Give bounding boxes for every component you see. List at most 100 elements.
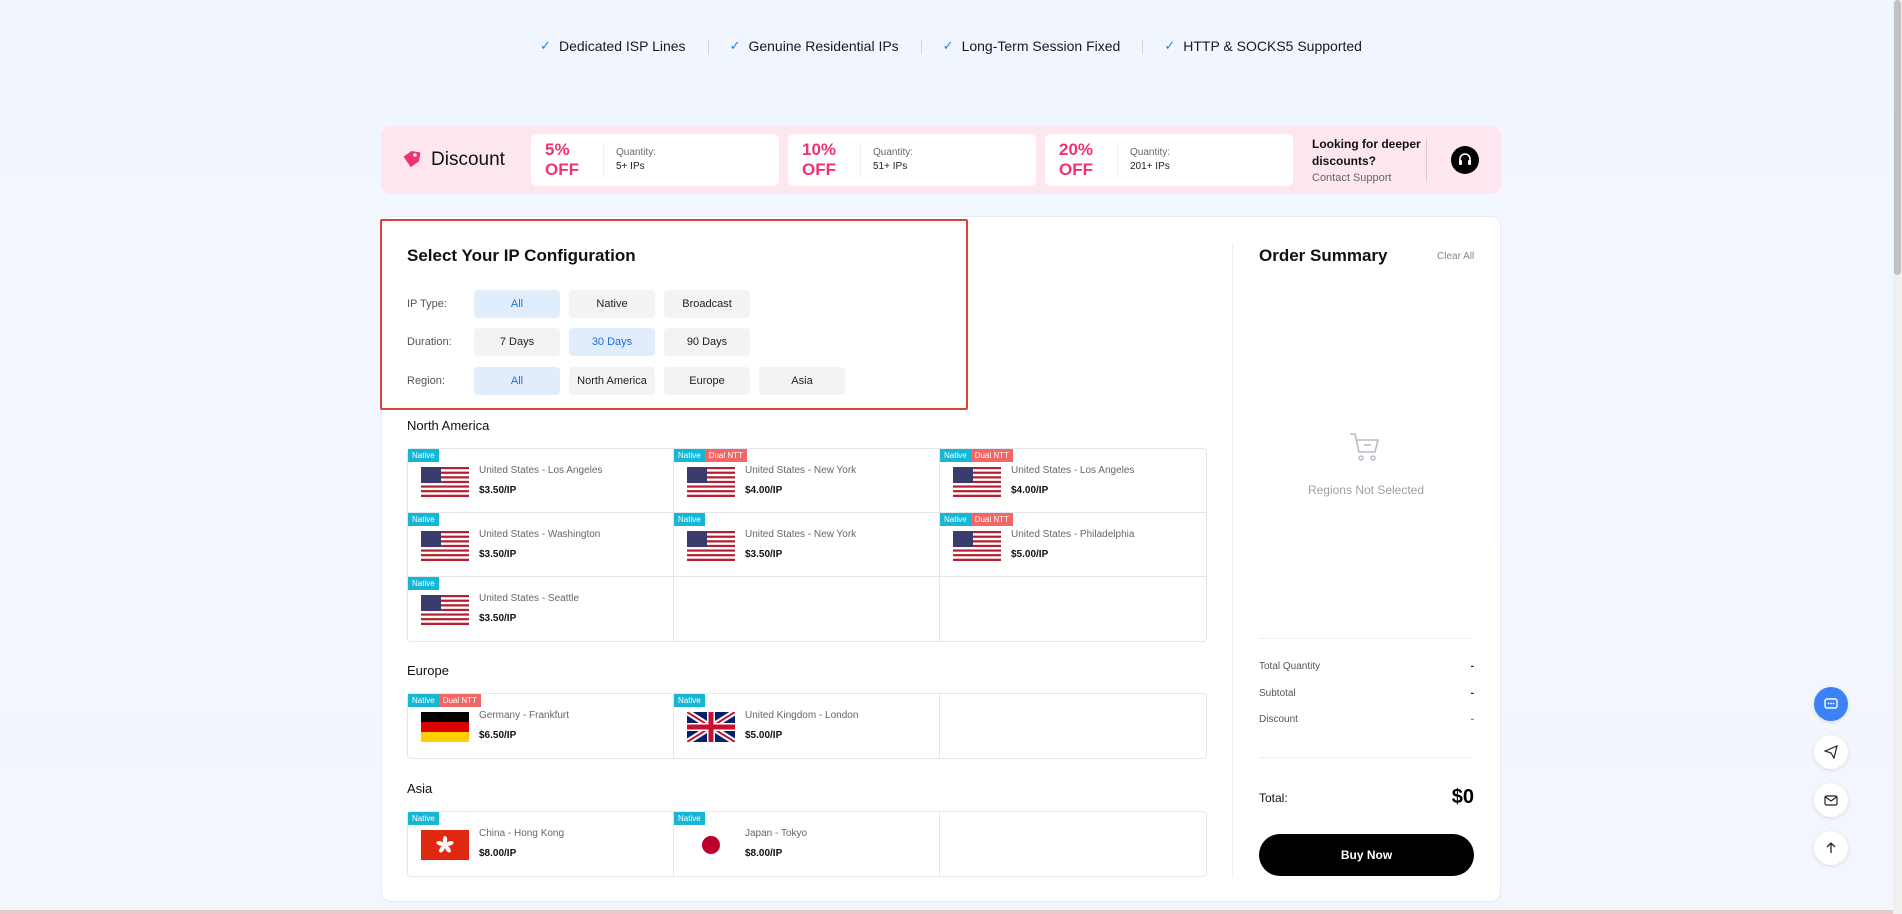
jp-flag-icon bbox=[687, 830, 735, 860]
region-option-asia[interactable]: Asia bbox=[759, 367, 845, 395]
location-name: United States - New York bbox=[745, 465, 857, 476]
ip-type-option-all[interactable]: All bbox=[474, 290, 560, 318]
chat-button[interactable] bbox=[1814, 687, 1848, 721]
ip-location-card[interactable]: Native Dual NTT United States - Los Angele… bbox=[940, 449, 1206, 513]
discount-banner: Discount 5% OFF Quantity: 5+ IPs 10% OFF … bbox=[381, 126, 1501, 194]
check-icon: ✓ bbox=[942, 38, 954, 53]
region-grid-asia: Native China - Hong Kong $8.00/IP Native Jap… bbox=[407, 811, 1207, 877]
arrow-up-icon bbox=[1826, 842, 1836, 853]
total-row: Total: $0 bbox=[1259, 786, 1474, 808]
clear-all-button[interactable]: Clear All bbox=[1437, 251, 1474, 262]
duration-row: Duration: 7 Days 30 Days 90 Days bbox=[407, 328, 759, 356]
native-badge: Native bbox=[408, 577, 439, 590]
divider bbox=[1259, 757, 1474, 758]
ip-location-card[interactable]: Native Dual NTT United States - New York $4… bbox=[674, 449, 940, 513]
send-icon bbox=[1824, 745, 1838, 759]
discount-title: Discount bbox=[399, 148, 531, 172]
native-badge: Native bbox=[674, 449, 705, 462]
region-option-europe[interactable]: Europe bbox=[664, 367, 750, 395]
ip-location-card[interactable]: Native United Kingdom - London $5.00/IP bbox=[674, 694, 940, 758]
discount-tier: 5% OFF Quantity: 5+ IPs bbox=[531, 134, 779, 186]
scrollbar-thumb[interactable] bbox=[1894, 0, 1901, 275]
duration-option-7[interactable]: 7 Days bbox=[474, 328, 560, 356]
hk-flag-icon bbox=[421, 830, 469, 860]
location-price: $3.50/IP bbox=[745, 549, 783, 560]
buy-now-button[interactable]: Buy Now bbox=[1259, 834, 1474, 876]
feature-item: ✓ Dedicated ISP Lines bbox=[540, 38, 686, 54]
badges: Native Dual NTT bbox=[940, 449, 1013, 462]
region-heading-north-america: North America bbox=[407, 418, 490, 433]
ip-location-card[interactable]: Native United States - Seattle $3.50/IP bbox=[408, 577, 674, 641]
duration-option-90[interactable]: 90 Days bbox=[664, 328, 750, 356]
cart-icon bbox=[1347, 430, 1383, 469]
ip-location-card[interactable]: Native Japan - Tokyo $8.00/IP bbox=[674, 812, 940, 876]
badges: Native bbox=[408, 449, 439, 462]
ip-location-card[interactable]: Native United States - Washington $3.50/IP bbox=[408, 513, 674, 577]
divider bbox=[1117, 145, 1118, 175]
native-badge: Native bbox=[940, 449, 971, 462]
deeper-discount-info: Looking for deeper discounts? Contact Su… bbox=[1312, 137, 1422, 184]
us-flag-icon bbox=[687, 531, 735, 561]
check-icon: ✓ bbox=[540, 38, 551, 53]
native-badge: Native bbox=[674, 513, 705, 526]
ip-location-card[interactable]: Native Dual NTT Germany - Frankfurt $6.50/I… bbox=[408, 694, 674, 758]
contact-support-link[interactable]: Contact Support bbox=[1312, 172, 1422, 184]
badges: Native bbox=[674, 694, 705, 707]
subtotal-row: Subtotal - bbox=[1259, 688, 1474, 699]
telegram-button[interactable] bbox=[1814, 735, 1848, 769]
native-badge: Native bbox=[674, 694, 705, 707]
empty-cell bbox=[940, 812, 1206, 876]
total-quantity-row: Total Quantity - bbox=[1259, 661, 1474, 672]
empty-cell bbox=[674, 577, 940, 641]
empty-cell bbox=[940, 577, 1206, 641]
chat-icon bbox=[1824, 698, 1838, 709]
badges: Native bbox=[408, 812, 439, 825]
badges: Native bbox=[674, 513, 705, 526]
email-button[interactable] bbox=[1814, 783, 1848, 817]
ip-type-option-native[interactable]: Native bbox=[569, 290, 655, 318]
badges: Native Dual NTT bbox=[940, 513, 1013, 526]
ip-location-card[interactable]: Native Dual NTT United States - Philadelph… bbox=[940, 513, 1206, 577]
divider bbox=[603, 145, 604, 175]
us-flag-icon bbox=[687, 467, 735, 497]
location-name: United States - Los Angeles bbox=[479, 465, 603, 476]
location-price: $8.00/IP bbox=[745, 848, 783, 859]
ip-location-card[interactable]: Native United States - Los Angeles $3.50/I… bbox=[408, 449, 674, 513]
feature-item: ✓ Long-Term Session Fixed bbox=[920, 38, 1143, 54]
region-grid-europe: Native Dual NTT Germany - Frankfurt $6.50/I… bbox=[407, 693, 1207, 759]
feature-item: ✓ HTTP & SOCKS5 Supported bbox=[1142, 38, 1384, 54]
discount-tier: 20% OFF Quantity: 201+ IPs bbox=[1045, 134, 1293, 186]
tag-icon bbox=[399, 148, 423, 172]
location-price: $3.50/IP bbox=[479, 485, 517, 496]
badges: Native bbox=[408, 577, 439, 590]
location-price: $3.50/IP bbox=[479, 549, 517, 560]
dual-ntt-badge: Dual NTT bbox=[704, 449, 747, 462]
total-amount: $0 bbox=[1451, 786, 1474, 808]
discount-row: Discount - bbox=[1259, 714, 1474, 725]
ip-location-card[interactable]: Native United States - New York $3.50/IP bbox=[674, 513, 940, 577]
location-price: $4.00/IP bbox=[745, 485, 783, 496]
support-headset-button[interactable] bbox=[1451, 146, 1479, 174]
headset-icon bbox=[1459, 153, 1471, 165]
location-price: $4.00/IP bbox=[1011, 485, 1049, 496]
ip-type-option-broadcast[interactable]: Broadcast bbox=[664, 290, 750, 318]
native-badge: Native bbox=[408, 812, 439, 825]
empty-cell bbox=[940, 694, 1206, 758]
native-badge: Native bbox=[940, 513, 971, 526]
duration-option-30[interactable]: 30 Days bbox=[569, 328, 655, 356]
page-headline-clipped bbox=[0, 0, 1902, 15]
region-option-north-america[interactable]: North America bbox=[569, 367, 655, 395]
back-to-top-button[interactable] bbox=[1814, 831, 1848, 865]
divider bbox=[860, 145, 861, 175]
native-badge: Native bbox=[408, 513, 439, 526]
ip-location-card[interactable]: Native China - Hong Kong $8.00/IP bbox=[408, 812, 674, 876]
location-name: United States - Los Angeles bbox=[1011, 465, 1135, 476]
region-option-all[interactable]: All bbox=[474, 367, 560, 395]
location-name: Germany - Frankfurt bbox=[479, 710, 570, 721]
mail-icon bbox=[1824, 795, 1838, 806]
order-summary-title: Order Summary bbox=[1259, 246, 1388, 265]
us-flag-icon bbox=[421, 531, 469, 561]
location-name: United States - Philadelphia bbox=[1011, 529, 1135, 540]
feature-list: ✓ Dedicated ISP Lines ✓ Genuine Residentia… bbox=[0, 38, 1902, 54]
location-name: United Kingdom - London bbox=[745, 710, 859, 721]
